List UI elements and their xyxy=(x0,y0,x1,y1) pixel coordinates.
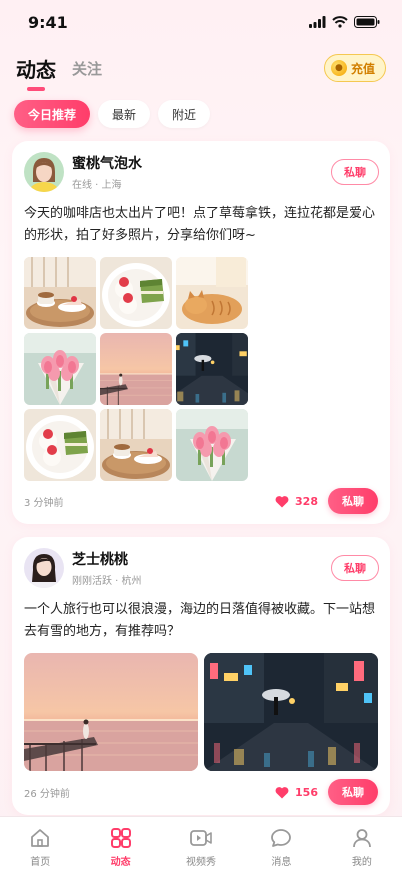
tab-moments-nav-label: 动态 xyxy=(110,857,131,868)
post-card: 芝士桃桃 刚刚活跃 · 杭州 私聊 一个人旅行也可以很浪漫，海边的日落值得被收藏… xyxy=(12,537,390,815)
chat-bubble-icon xyxy=(271,829,292,847)
tab-following[interactable]: 关注 xyxy=(72,58,102,79)
post-text: 今天的咖啡店也太出片了吧！点了草莓拿铁，连拉花都是爱心的形状，拍了好多照片，分享… xyxy=(24,206,376,243)
photo-thumbnail[interactable] xyxy=(24,409,96,481)
user-name[interactable]: 蜜桃气泡水 xyxy=(72,153,142,173)
photo-grid xyxy=(12,257,390,481)
chat-button[interactable]: 私聊 xyxy=(328,488,378,514)
post-footer: 26 分钟前 156 私聊 xyxy=(12,769,390,815)
battery-icon xyxy=(354,16,380,28)
chat-button[interactable]: 私聊 xyxy=(328,779,378,805)
photo-thumbnail[interactable] xyxy=(176,409,248,481)
header: 动态 关注 ● 充值 xyxy=(0,44,402,92)
like-count: 156 xyxy=(295,785,318,799)
like-count: 328 xyxy=(295,494,318,508)
post-time: 3 分钟前 xyxy=(24,497,64,509)
tab-home-label: 首页 xyxy=(30,857,51,868)
post-header: 蜜桃气泡水 在线 · 上海 私聊 xyxy=(12,141,390,203)
recharge-label: 充值 xyxy=(350,61,375,76)
photo-thumbnail[interactable] xyxy=(176,257,248,329)
tab-profile[interactable]: 我的 xyxy=(322,817,402,892)
photo-thumbnail[interactable] xyxy=(24,653,198,771)
user-name[interactable]: 芝士桃桃 xyxy=(72,549,142,569)
tab-indicator xyxy=(27,86,45,91)
heart-icon xyxy=(275,786,289,798)
status-icons xyxy=(309,16,380,28)
photo-thumbnail[interactable] xyxy=(100,257,172,329)
post-header: 芝士桃桃 刚刚活跃 · 杭州 私聊 xyxy=(12,537,390,599)
filter-today-recommend[interactable]: 今日推荐 xyxy=(14,100,91,128)
like-button[interactable]: 156 xyxy=(275,786,318,799)
tab-video-show[interactable]: 视频秀 xyxy=(161,817,241,892)
tab-moments-nav[interactable]: 动态 xyxy=(80,817,160,892)
user-meta: 在线 · 上海 xyxy=(72,180,122,191)
photo-thumbnail[interactable] xyxy=(176,333,248,405)
bottom-tab-bar: 首页 动态 视频秀 消息 我的 xyxy=(0,816,402,892)
tab-video-show-label: 视频秀 xyxy=(186,857,217,868)
tab-moments[interactable]: 动态 xyxy=(16,54,56,91)
post-text: 一个人旅行也可以很浪漫，海边的日落值得被收藏。下一站想去有雪的地方，有推荐吗？ xyxy=(24,602,376,639)
grid-icon xyxy=(110,828,131,848)
avatar[interactable] xyxy=(24,152,64,192)
tab-home[interactable]: 首页 xyxy=(0,817,80,892)
tab-messages-label: 消息 xyxy=(271,857,292,868)
tab-profile-label: 我的 xyxy=(351,857,372,868)
user-icon xyxy=(352,829,371,848)
user-meta: 刚刚活跃 · 杭州 xyxy=(72,576,142,587)
user-info: 蜜桃气泡水 在线 · 上海 xyxy=(72,153,142,191)
tab-moments-label: 动态 xyxy=(16,57,56,82)
photo-thumbnail[interactable] xyxy=(100,409,172,481)
recharge-button[interactable]: ● 充值 xyxy=(323,54,386,82)
signal-icon xyxy=(309,16,326,28)
filter-nearby[interactable]: 附近 xyxy=(158,100,211,128)
private-chat-button[interactable]: 私聊 xyxy=(331,159,379,185)
user-info: 芝士桃桃 刚刚活跃 · 杭州 xyxy=(72,549,142,587)
private-chat-button[interactable]: 私聊 xyxy=(331,555,379,581)
user-city: 杭州 xyxy=(121,576,142,587)
wifi-icon xyxy=(332,16,348,28)
filter-row: 今日推荐 最新 附近 xyxy=(0,92,402,138)
tab-messages[interactable]: 消息 xyxy=(241,817,321,892)
filter-latest[interactable]: 最新 xyxy=(98,100,151,128)
heart-icon xyxy=(275,495,289,507)
coin-icon: ● xyxy=(330,60,347,76)
user-city: 上海 xyxy=(101,180,122,191)
like-button[interactable]: 328 xyxy=(275,495,318,508)
post-time: 26 分钟前 xyxy=(24,788,70,800)
post-footer: 3 分钟前 328 私聊 xyxy=(12,478,390,524)
photo-thumbnail[interactable] xyxy=(100,333,172,405)
photo-thumbnail[interactable] xyxy=(24,257,96,329)
post-card: 蜜桃气泡水 在线 · 上海 私聊 今天的咖啡店也太出片了吧！点了草莓拿铁，连拉花… xyxy=(12,141,390,524)
home-icon xyxy=(31,829,50,847)
status-time: 9:41 xyxy=(28,12,68,32)
user-status: 刚刚活跃 xyxy=(72,576,112,587)
photo-grid xyxy=(12,653,390,771)
status-bar: 9:41 xyxy=(0,0,402,44)
user-status: 在线 xyxy=(72,180,92,191)
video-icon xyxy=(190,830,212,846)
photo-thumbnail[interactable] xyxy=(204,653,378,771)
avatar[interactable] xyxy=(24,548,64,588)
photo-thumbnail[interactable] xyxy=(24,333,96,405)
